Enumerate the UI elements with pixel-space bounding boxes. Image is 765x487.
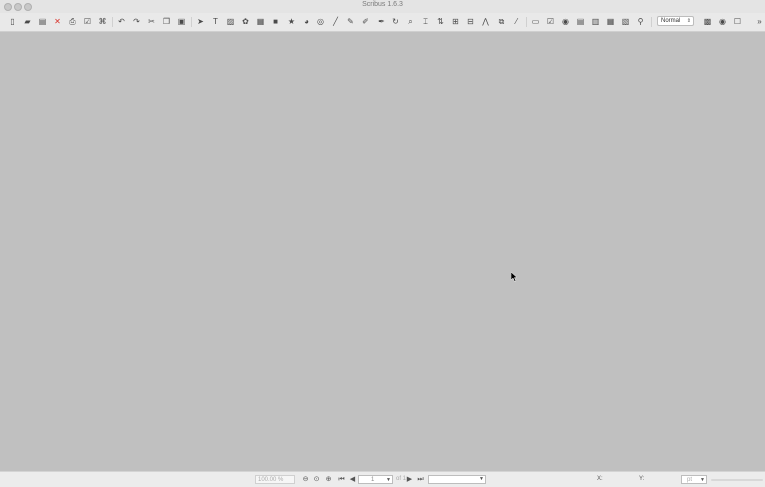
x-coordinate-label: X:	[597, 476, 603, 482]
pdf-combo-box-icon[interactable]: ▥	[590, 16, 601, 27]
y-coordinate-label: Y:	[639, 476, 645, 482]
chevron-down-icon: ▼	[386, 477, 391, 483]
polygon-icon[interactable]: ★	[286, 16, 297, 27]
document-canvas[interactable]	[0, 32, 765, 471]
shape-icon[interactable]: ■	[270, 16, 281, 27]
zoom-icon[interactable]: ⌕	[405, 16, 416, 27]
overflow-chevron-icon[interactable]: »	[754, 16, 765, 27]
window-title: Scribus 1.6.3	[362, 1, 403, 8]
cut-icon[interactable]: ✂	[146, 16, 157, 27]
redo-icon[interactable]: ↷	[131, 16, 142, 27]
color-management-icon[interactable]: ▩	[702, 16, 713, 27]
zoom-out-icon[interactable]: ⊖	[301, 475, 310, 484]
copy-item-properties-icon[interactable]: ⧉	[496, 16, 507, 27]
unlink-text-frames-icon[interactable]: ⊞	[450, 16, 461, 27]
arc-icon[interactable]: ◕	[301, 16, 312, 27]
open-icon[interactable]: ▰	[22, 16, 33, 27]
select-item-icon[interactable]: ➤	[195, 16, 206, 27]
zoom-100-icon[interactable]: ⊙	[312, 475, 321, 484]
title-bar: Scribus 1.6.3	[0, 0, 765, 13]
unit-select[interactable]: pt ▼	[681, 475, 707, 484]
image-frame-icon[interactable]: ▨	[225, 16, 236, 27]
new-document-icon[interactable]: ▯	[7, 16, 18, 27]
toolbar-separator	[651, 17, 652, 27]
page-number-value: 1	[371, 477, 375, 483]
toolbar-separator	[191, 17, 192, 27]
print-icon[interactable]: ⎙	[67, 16, 78, 27]
copy-icon[interactable]: ❐	[161, 16, 172, 27]
edit-contents-icon[interactable]: ⌶	[420, 16, 431, 27]
line-icon[interactable]: ╱	[330, 16, 341, 27]
freehand-line-icon[interactable]: ✐	[360, 16, 371, 27]
pdf-check-box-icon[interactable]: ☑	[545, 16, 556, 27]
zoom-slider[interactable]	[711, 479, 763, 481]
toolbar-separator	[112, 17, 113, 27]
status-bar: 100.00 % 1 ▼ of 1 ▼ X: Y: pt ▼ ⊖ ⊙ ⊕ ⏮ ◀ ▶ ⏭	[0, 471, 765, 487]
eye-dropper-icon[interactable]: ⁄	[511, 16, 522, 27]
render-frame-icon[interactable]: ✿	[240, 16, 251, 27]
export-pdf-icon[interactable]: ⌘	[97, 16, 108, 27]
link-annotation-icon[interactable]: ⚲	[635, 16, 646, 27]
first-page-icon[interactable]: ⏮	[337, 475, 346, 484]
preview-mode-icon[interactable]: ◉	[717, 16, 728, 27]
undo-icon[interactable]: ↶	[116, 16, 127, 27]
close-document-icon[interactable]: ✕	[52, 16, 63, 27]
last-page-icon[interactable]: ⏭	[416, 475, 425, 484]
text-frame-icon[interactable]: T	[210, 16, 221, 27]
calligraphic-line-icon[interactable]: ✒	[376, 16, 387, 27]
measurements-icon[interactable]: ⋀	[480, 16, 491, 27]
main-toolbar: Normal ⇕ ▯ ▰ ▤ ✕ ⎙ ☑ ⌘ ↶ ↷ ✂ ❐ ▣ ➤ T ▨ ✿ ▦ ■ ★ ◕ ◎ ╱ ✎ ✐ ✒ ↻ ⌕ ⌶ ⇅ ⊞ ⊟…	[0, 13, 765, 32]
edit-in-preview-icon[interactable]: ☐	[732, 16, 743, 27]
rotate-item-icon[interactable]: ↻	[390, 16, 401, 27]
preflight-verifier-icon[interactable]: ☑	[82, 16, 93, 27]
text-annotation-icon[interactable]: ▧	[620, 16, 631, 27]
chevron-down-icon: ▼	[479, 476, 484, 482]
unit-value: pt	[687, 477, 693, 483]
pdf-radio-button-icon[interactable]: ◉	[560, 16, 571, 27]
paste-icon[interactable]: ▣	[176, 16, 187, 27]
chevron-updown-icon: ⇕	[686, 18, 691, 24]
layer-select[interactable]: ▼	[428, 475, 486, 484]
chevron-down-icon: ▼	[700, 477, 705, 483]
mode-select[interactable]: Normal ⇕	[657, 16, 694, 26]
link-text-frames-icon[interactable]: ⇅	[435, 16, 446, 27]
toolbar-separator	[526, 17, 527, 27]
pdf-list-box-icon[interactable]: ▦	[605, 16, 616, 27]
spiral-icon[interactable]: ◎	[315, 16, 326, 27]
mode-select-value: Normal	[661, 18, 681, 24]
zoom-in-icon[interactable]: ⊕	[324, 475, 333, 484]
mouse-cursor-icon	[511, 272, 518, 282]
next-page-icon[interactable]: ▶	[405, 475, 414, 484]
pdf-text-field-icon[interactable]: ▤	[575, 16, 586, 27]
pdf-push-button-icon[interactable]: ▭	[530, 16, 541, 27]
previous-page-icon[interactable]: ◀	[348, 475, 357, 484]
edit-table-icon[interactable]: ⊟	[465, 16, 476, 27]
bezier-curve-icon[interactable]: ✎	[345, 16, 356, 27]
table-icon[interactable]: ▦	[255, 16, 266, 27]
page-number-select[interactable]: 1 ▼	[358, 475, 393, 484]
save-icon[interactable]: ▤	[37, 16, 48, 27]
zoom-input[interactable]: 100.00 %	[255, 475, 295, 484]
